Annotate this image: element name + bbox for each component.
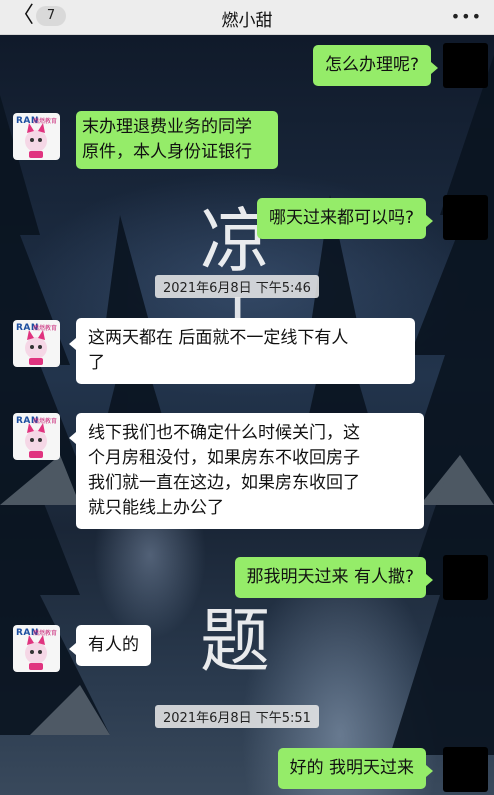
wallpaper-char: 题: [200, 600, 270, 682]
contact-avatar[interactable]: RAN 燃燃教育: [13, 625, 60, 672]
message-line: 线下我们也不确定什么时候关门，这: [88, 423, 360, 443]
chat-header: 〈 7 燃小甜 •••: [0, 0, 494, 35]
bubble-tail: [426, 574, 433, 586]
contact-avatar[interactable]: RAN 燃燃教育: [13, 320, 60, 367]
bubble-tail: [426, 765, 433, 777]
bubble-tail: [69, 432, 76, 444]
message-line: 就只能线上办公了: [88, 498, 224, 518]
my-avatar[interactable]: [443, 747, 488, 792]
timestamp: 2021年6月8日 下午5:51: [155, 705, 319, 728]
message-bubble-partial[interactable]: 末办理退费业务的同学 原件，本人身份证银行: [76, 111, 278, 169]
message-bubble-in[interactable]: 有人的: [76, 625, 151, 666]
my-avatar[interactable]: [443, 195, 488, 240]
message-line: 个月房租没付，如果房东不收回房子: [88, 448, 360, 468]
chat-area[interactable]: 凉 上 题 怎么办理呢? RAN 燃燃教育 末办理退费业务的同学 原件，本人身份…: [0, 35, 494, 795]
logo-subtext: 燃燃教育: [33, 630, 58, 637]
message-bubble-out[interactable]: 怎么办理呢?: [312, 45, 431, 86]
bubble-tail: [431, 62, 438, 74]
message-bubble-out[interactable]: 那我明天过来 有人撒?: [234, 557, 426, 598]
my-avatar[interactable]: [443, 43, 488, 88]
logo-subtext: 燃燃教育: [33, 325, 58, 332]
message-bubble-out[interactable]: 好的 我明天过来: [277, 748, 426, 789]
message-line: 我们就一直在这边，如果房东收回了: [88, 473, 360, 493]
message-line: 末办理退费业务的同学: [82, 117, 252, 137]
contact-avatar[interactable]: RAN 燃燃教育: [13, 413, 60, 460]
bubble-tail: [69, 338, 76, 350]
message-bubble-out[interactable]: 哪天过来都可以吗?: [256, 198, 426, 239]
timestamp: 2021年6月8日 下午5:46: [155, 275, 319, 298]
chat-title: 燃小甜: [221, 11, 273, 31]
logo-subtext: 燃燃教育: [33, 418, 58, 425]
more-dots-icon[interactable]: •••: [451, 7, 482, 26]
bubble-tail: [69, 643, 76, 655]
contact-avatar[interactable]: RAN 燃燃教育: [13, 113, 60, 160]
my-avatar[interactable]: [443, 555, 488, 600]
message-line: 这两天都在 后面就不一定线下有人: [88, 328, 349, 348]
message-bubble-in[interactable]: 这两天都在 后面就不一定线下有人 了: [76, 318, 415, 384]
message-bubble-in[interactable]: 线下我们也不确定什么时候关门，这 个月房租没付，如果房东不收回房子 我们就一直在…: [76, 413, 424, 529]
logo-subtext: 燃燃教育: [33, 118, 58, 125]
message-line: 原件，本人身份证银行: [82, 142, 252, 162]
bubble-tail: [426, 215, 433, 227]
message-line: 了: [88, 353, 105, 373]
